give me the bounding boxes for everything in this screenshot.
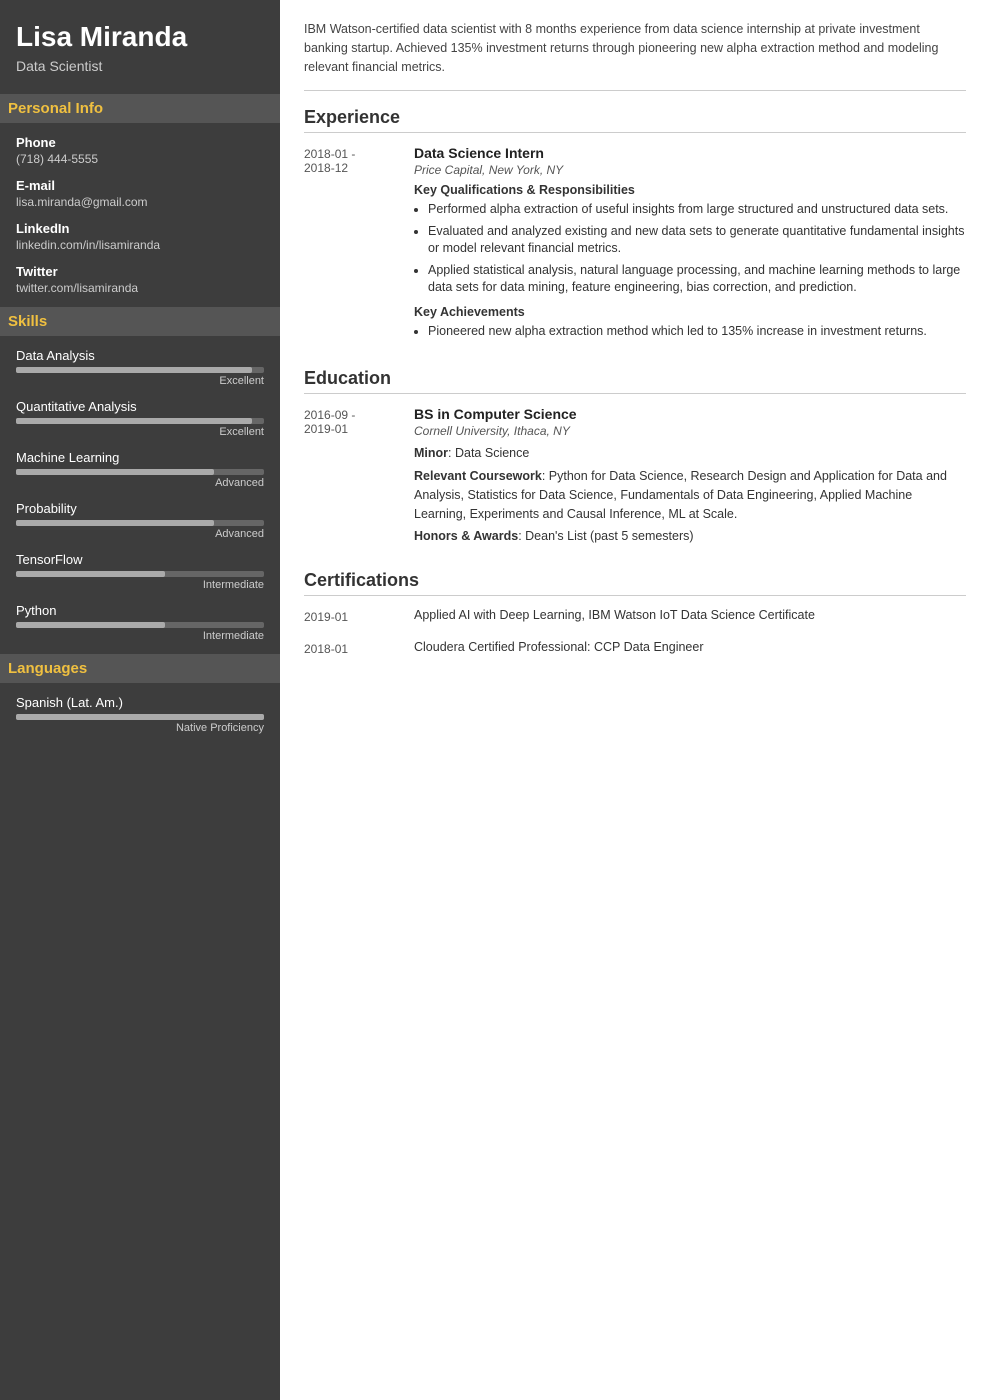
skill-bar-bg-tensorflow [16, 571, 264, 577]
personal-info-section-title: Personal Info [0, 94, 280, 123]
skill-bar-fill-quant-analysis [16, 418, 252, 424]
cert-content-0: Applied AI with Deep Learning, IBM Watso… [414, 608, 966, 624]
education-coursework: Relevant Coursework: Python for Data Sci… [414, 467, 966, 523]
skill-name-machine-learning: Machine Learning [16, 450, 264, 465]
certifications-section: Certifications 2019-01 Applied AI with D… [304, 570, 966, 656]
cert-title-0: Applied AI with Deep Learning, IBM Watso… [414, 608, 966, 622]
skill-bar-bg-machine-learning [16, 469, 264, 475]
experience-section: Experience 2018-01 -2018-12 Data Science… [304, 107, 966, 348]
cert-date-0: 2019-01 [304, 608, 414, 624]
skill-level-spanish: Native Proficiency [16, 722, 264, 734]
education-section-title: Education [304, 368, 966, 394]
skills-list: Data Analysis Excellent Quantitative Ana… [16, 348, 264, 642]
experience-entry-0: 2018-01 -2018-12 Data Science Intern Pri… [304, 145, 966, 348]
skill-bar-fill-machine-learning [16, 469, 214, 475]
phone-label: Phone [16, 135, 264, 150]
achievements-label: Key Achievements [414, 305, 966, 319]
qualifications-label: Key Qualifications & Responsibilities [414, 183, 966, 197]
sidebar: Lisa Miranda Data Scientist Personal Inf… [0, 0, 280, 1400]
skill-level-machine-learning: Advanced [16, 477, 264, 489]
certifications-section-title: Certifications [304, 570, 966, 596]
email-label: E-mail [16, 178, 264, 193]
twitter-value: twitter.com/lisamiranda [16, 281, 264, 295]
field-twitter: Twitter twitter.com/lisamiranda [16, 264, 264, 295]
experience-date-0: 2018-01 -2018-12 [304, 145, 414, 348]
linkedin-label: LinkedIn [16, 221, 264, 236]
education-entry-0: 2016-09 -2019-01 BS in Computer Science … [304, 406, 966, 550]
education-subtitle-0: Cornell University, Ithaca, NY [414, 424, 966, 438]
qualification-item: Evaluated and analyzed existing and new … [428, 223, 966, 258]
education-content-0: BS in Computer Science Cornell Universit… [414, 406, 966, 550]
skill-level-quant-analysis: Excellent [16, 426, 264, 438]
experience-section-title: Experience [304, 107, 966, 133]
education-date-0: 2016-09 -2019-01 [304, 406, 414, 550]
language-item: Spanish (Lat. Am.) Native Proficiency [16, 695, 264, 734]
cert-entry-1: 2018-01 Cloudera Certified Professional:… [304, 640, 966, 656]
experience-subtitle-0: Price Capital, New York, NY [414, 163, 966, 177]
languages-section-title: Languages [0, 654, 280, 683]
candidate-name: Lisa Miranda [16, 20, 264, 54]
skill-name-tensorflow: TensorFlow [16, 552, 264, 567]
skill-level-data-analysis: Excellent [16, 375, 264, 387]
cert-content-1: Cloudera Certified Professional: CCP Dat… [414, 640, 966, 656]
languages-list: Spanish (Lat. Am.) Native Proficiency [16, 695, 264, 734]
linkedin-value: linkedin.com/in/lisamiranda [16, 238, 264, 252]
candidate-title: Data Scientist [16, 58, 264, 74]
skill-name-data-analysis: Data Analysis [16, 348, 264, 363]
skill-name-quant-analysis: Quantitative Analysis [16, 399, 264, 414]
summary-text: IBM Watson-certified data scientist with… [304, 20, 966, 91]
skill-bar-bg-spanish [16, 714, 264, 720]
phone-value: (718) 444-5555 [16, 152, 264, 166]
skill-item: Data Analysis Excellent [16, 348, 264, 387]
personal-info-fields: Phone (718) 444-5555 E-mail lisa.miranda… [16, 135, 264, 295]
cert-entry-0: 2019-01 Applied AI with Deep Learning, I… [304, 608, 966, 624]
main-content: IBM Watson-certified data scientist with… [280, 0, 990, 1400]
skill-bar-fill-data-analysis [16, 367, 252, 373]
skills-section-title: Skills [0, 307, 280, 336]
skill-bar-bg-python [16, 622, 264, 628]
skill-item: TensorFlow Intermediate [16, 552, 264, 591]
language-name-spanish: Spanish (Lat. Am.) [16, 695, 264, 710]
skill-item: Probability Advanced [16, 501, 264, 540]
skill-bar-bg-data-analysis [16, 367, 264, 373]
field-email: E-mail lisa.miranda@gmail.com [16, 178, 264, 209]
qualifications-list: Performed alpha extraction of useful ins… [414, 201, 966, 297]
skill-level-tensorflow: Intermediate [16, 579, 264, 591]
email-value: lisa.miranda@gmail.com [16, 195, 264, 209]
skill-level-probability: Advanced [16, 528, 264, 540]
skill-item: Machine Learning Advanced [16, 450, 264, 489]
education-minor: Minor: Data Science [414, 444, 966, 463]
qualification-item: Performed alpha extraction of useful ins… [428, 201, 966, 219]
field-phone: Phone (718) 444-5555 [16, 135, 264, 166]
skill-name-python: Python [16, 603, 264, 618]
skill-bar-fill-spanish [16, 714, 264, 720]
skill-bar-bg-quant-analysis [16, 418, 264, 424]
skill-bar-fill-tensorflow [16, 571, 165, 577]
education-section: Education 2016-09 -2019-01 BS in Compute… [304, 368, 966, 550]
skill-item: Quantitative Analysis Excellent [16, 399, 264, 438]
twitter-label: Twitter [16, 264, 264, 279]
skill-level-python: Intermediate [16, 630, 264, 642]
cert-date-1: 2018-01 [304, 640, 414, 656]
skill-bar-fill-probability [16, 520, 214, 526]
skill-bar-fill-python [16, 622, 165, 628]
experience-title-0: Data Science Intern [414, 145, 966, 161]
achievements-list: Pioneered new alpha extraction method wh… [414, 323, 966, 341]
qualification-item: Applied statistical analysis, natural la… [428, 262, 966, 297]
cert-title-1: Cloudera Certified Professional: CCP Dat… [414, 640, 966, 654]
achievement-item: Pioneered new alpha extraction method wh… [428, 323, 966, 341]
field-linkedin: LinkedIn linkedin.com/in/lisamiranda [16, 221, 264, 252]
education-honors: Honors & Awards: Dean's List (past 5 sem… [414, 527, 966, 546]
skill-item: Python Intermediate [16, 603, 264, 642]
skill-name-probability: Probability [16, 501, 264, 516]
education-title-0: BS in Computer Science [414, 406, 966, 422]
skill-bar-bg-probability [16, 520, 264, 526]
experience-content-0: Data Science Intern Price Capital, New Y… [414, 145, 966, 348]
